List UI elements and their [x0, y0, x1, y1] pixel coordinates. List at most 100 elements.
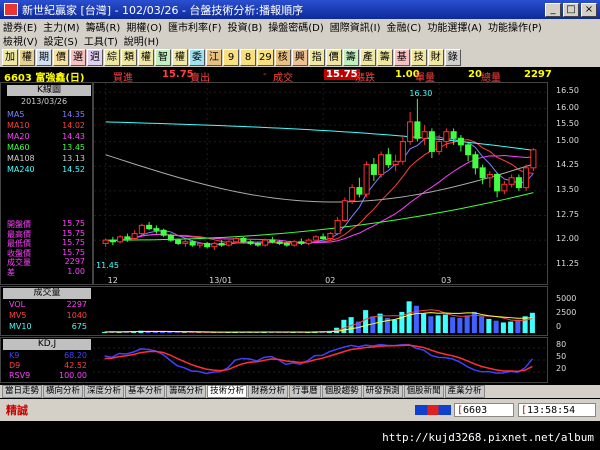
menu-item[interactable]: 工具(T)	[84, 33, 118, 48]
candle	[515, 174, 522, 191]
kd-row-value: 100.00	[59, 371, 87, 380]
volume-bar	[493, 320, 499, 333]
ma-name: MA5	[7, 110, 25, 119]
toolbar-button[interactable]: 週	[87, 48, 103, 66]
toolbar-button[interactable]: 委	[189, 48, 205, 66]
menu-item[interactable]: 功能操作(P)	[488, 19, 542, 34]
candle-body	[320, 236, 327, 240]
volume-tick-label: 0	[556, 322, 562, 331]
clock-display: [13:58:54	[518, 403, 596, 417]
toolbar-button[interactable]: 江	[206, 48, 222, 66]
menu-item[interactable]: 證券(E)	[3, 19, 37, 34]
candle-body	[494, 173, 501, 192]
menu-item[interactable]: 操盤密碼(D)	[268, 19, 324, 34]
function-tab[interactable]: 當日走勢	[2, 385, 43, 398]
stock-code-value: 6603	[463, 405, 488, 416]
candle-body	[407, 121, 414, 143]
kd-row-value: 68.20	[64, 351, 87, 360]
toolbar-button[interactable]: 核	[274, 48, 291, 66]
menu-item[interactable]: 匯市利率(F)	[168, 19, 222, 34]
x-tick-label: 02	[325, 276, 335, 285]
function-tab[interactable]: 橫向分析	[43, 385, 84, 398]
kd-panel-title[interactable]: KD,J	[3, 339, 91, 350]
toolbar-button[interactable]: 權	[19, 48, 35, 66]
function-tab[interactable]: 行事曆	[289, 385, 321, 398]
candle-body	[530, 149, 537, 169]
toolbar-button[interactable]: 29	[257, 48, 274, 66]
candle-body	[356, 187, 363, 195]
menu-row-1: 證券(E) 主力(M) 籌碼(R) 期權(O) 匯市利率(F) 投資(B) 操盤密碼(D) 國…	[0, 19, 600, 34]
candle-body	[523, 167, 530, 189]
total-volume-value: 2297	[524, 69, 552, 80]
candle	[530, 148, 537, 172]
toolbar-button[interactable]: 價	[53, 48, 69, 66]
toolbar-button[interactable]: 籌	[376, 48, 393, 66]
menu-item[interactable]: 金融(C)	[387, 19, 422, 34]
function-tab[interactable]: 技術分析	[207, 385, 248, 398]
toolbar-button[interactable]: 8	[240, 48, 256, 66]
price-tick-label: 12.00	[556, 234, 579, 244]
volume-bar	[522, 316, 528, 333]
price-tick-label: 16.00	[556, 102, 579, 112]
candle-body	[196, 242, 203, 246]
candle-body	[211, 242, 218, 248]
toolbar-button[interactable]: 籌	[342, 48, 359, 66]
function-tab[interactable]: 個股趨勢	[321, 385, 362, 398]
candle-body	[153, 228, 160, 231]
toolbar-button[interactable]: 9	[223, 48, 239, 66]
menu-item[interactable]: 籌碼(R)	[86, 19, 121, 34]
candle	[508, 174, 515, 188]
volume-bar	[435, 315, 441, 333]
footer-url: http://kujd3268.pixnet.net/album	[382, 431, 594, 444]
volume-bar	[479, 316, 485, 333]
function-tab[interactable]: 研發預測	[362, 385, 403, 398]
function-tab[interactable]: 個股新聞	[403, 385, 444, 398]
volume-panel-title[interactable]: 成交量	[3, 288, 91, 299]
toolbar-button[interactable]: 加	[2, 48, 18, 66]
toolbar-button[interactable]: 選	[70, 48, 86, 66]
toolbar-button[interactable]: 智	[155, 48, 171, 66]
menu-item[interactable]: 說明(H)	[124, 33, 159, 48]
maximize-button[interactable]: □	[563, 2, 579, 17]
toolbar-button[interactable]: 基	[393, 48, 410, 66]
menu-item[interactable]: 投資(B)	[228, 19, 263, 34]
toolbar-button[interactable]: 技	[410, 48, 427, 66]
x-tick-label: 13/01	[209, 276, 232, 285]
toolbar-button[interactable]: 價	[325, 48, 342, 66]
stock-name-label[interactable]: 精誠	[6, 402, 28, 418]
sell-value: -	[263, 69, 267, 80]
price-tick-label: 12.75	[556, 209, 579, 219]
menu-item[interactable]: 功能選擇(A)	[427, 19, 482, 34]
toolbar-button[interactable]: 權	[172, 48, 188, 66]
kline-chart[interactable]: 16.30 11.45 12 13/01 02 03	[93, 82, 549, 285]
toolbar-button[interactable]: 錄	[444, 48, 461, 66]
function-tab[interactable]: 深度分析	[84, 385, 125, 398]
toolbar-button[interactable]: 權	[138, 48, 154, 66]
toolbar-button[interactable]: 期	[36, 48, 52, 66]
toolbar-button[interactable]: 指	[308, 48, 325, 66]
toolbar-button[interactable]: 產	[359, 48, 376, 66]
menu-item[interactable]: 國際資訊(I)	[330, 19, 381, 34]
function-tab[interactable]: 基本分析	[125, 385, 166, 398]
menu-item[interactable]: 期權(O)	[126, 19, 162, 34]
price-value: 15.75	[62, 219, 85, 228]
candle	[305, 238, 312, 246]
menu-item[interactable]: 設定(S)	[44, 33, 78, 48]
candle-body	[204, 242, 211, 248]
function-tab[interactable]: 籌碼分析	[166, 385, 207, 398]
candle	[341, 197, 348, 223]
close-button[interactable]: ×	[581, 2, 597, 17]
menu-item[interactable]: 主力(M)	[43, 19, 79, 34]
candle-body	[102, 239, 109, 244]
kline-title[interactable]: K線圖	[7, 85, 91, 96]
toolbar-button[interactable]: 財	[427, 48, 444, 66]
stock-code-input[interactable]: [6603	[454, 403, 514, 417]
menu-item[interactable]: 檢視(V)	[3, 33, 38, 48]
kd-row-name: RSV9	[9, 371, 31, 380]
function-tab[interactable]: 財務分析	[248, 385, 289, 398]
minimize-button[interactable]: _	[545, 2, 561, 17]
toolbar-button[interactable]: 興	[291, 48, 308, 66]
toolbar-button[interactable]: 類	[121, 48, 137, 66]
toolbar-button[interactable]: 綜	[104, 48, 120, 66]
function-tab[interactable]: 產業分析	[444, 385, 485, 398]
